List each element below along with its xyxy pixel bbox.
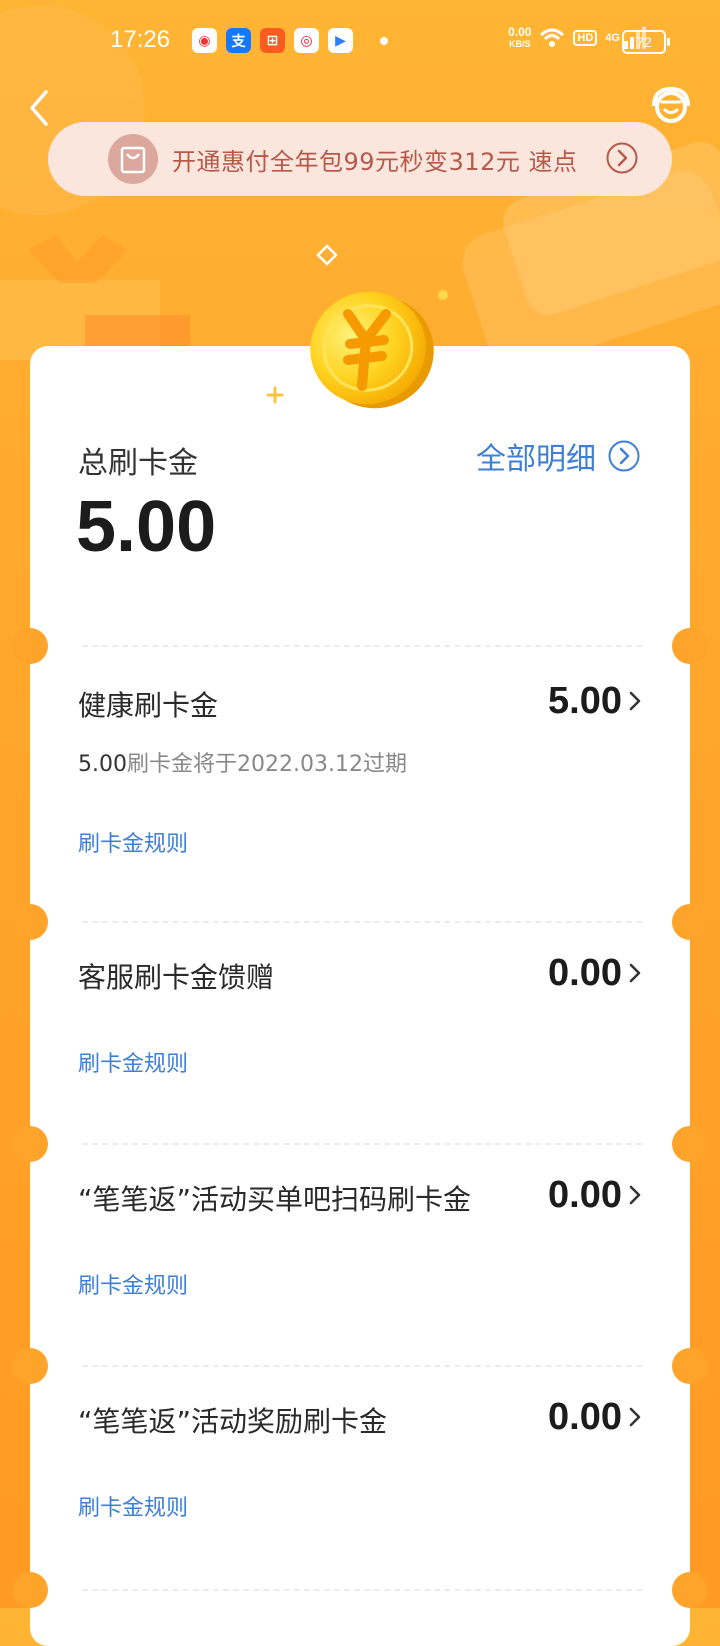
sparkle-icon: [316, 244, 338, 266]
section-divider: [82, 1365, 642, 1367]
card-notch: [12, 904, 48, 940]
total-balance-label: 总刷卡金: [78, 446, 198, 481]
more-notifications-dot-icon: [380, 36, 388, 45]
item-title: “笔笔返”活动奖励刷卡金: [78, 1405, 388, 1438]
rules-link[interactable]: 刷卡金规则: [78, 1046, 188, 1078]
chevron-right-icon: [629, 1407, 641, 1427]
rules-link[interactable]: 刷卡金规则: [78, 826, 188, 858]
card-notch: [672, 904, 708, 940]
status-bar: 17:26 ◉ 支 ⊞ ◎ ▶ 0.00 KB/S HD 4G 72: [0, 0, 720, 84]
notification-icons: ◉ 支 ⊞ ◎ ▶: [192, 28, 388, 53]
item-title: 健康刷卡金: [78, 689, 219, 722]
battery-indicator: 72: [622, 30, 670, 54]
balance-card: 总刷卡金 全部明细 5.00 健康刷卡金 5.00 5.00刷卡金将于2022.…: [12, 346, 708, 1646]
item-amount: 5.00: [548, 680, 622, 722]
customer-service-icon: [652, 86, 690, 123]
weibo-app-icon: ◎: [294, 28, 319, 53]
expiry-amount: 5.00: [78, 752, 127, 777]
sparkle-plus-icon: [266, 386, 284, 404]
promo-banner-text: 开通惠付全年包99元秒变312元 速点: [172, 148, 578, 176]
promo-banner[interactable]: 开通惠付全年包99元秒变312元 速点: [48, 122, 672, 196]
card-notch: [12, 628, 48, 664]
chevron-right-icon: [629, 963, 641, 983]
rules-link[interactable]: 刷卡金规则: [78, 1490, 188, 1522]
section-divider: [82, 645, 642, 647]
total-balance-amount: 5.00: [76, 487, 217, 567]
card-notch: [12, 1126, 48, 1162]
expiry-notice: 5.00刷卡金将于2022.03.12过期: [78, 746, 407, 778]
network-speed-unit: KB/S: [508, 39, 531, 49]
network-speed-value: 0.00: [508, 25, 532, 39]
customer-service-button[interactable]: [648, 84, 694, 130]
chevron-right-circle-icon: [608, 440, 640, 472]
card-notch: [672, 628, 708, 664]
chevron-right-icon: [629, 691, 641, 711]
card-notch: [12, 1348, 48, 1384]
item-amount: 0.00: [548, 952, 622, 994]
all-details-label: 全部明细: [476, 442, 596, 477]
all-details-link[interactable]: 全部明细: [476, 434, 640, 478]
network-type: 4G: [605, 32, 620, 44]
alipay-app-icon: 支: [226, 28, 251, 53]
section-divider: [82, 921, 642, 923]
kuaishou-app-icon: ⊞: [260, 28, 285, 53]
status-time: 17:26: [110, 26, 171, 53]
section-divider: [82, 1589, 642, 1591]
back-arrow-icon: [30, 90, 48, 126]
item-amount: 0.00: [548, 1396, 622, 1438]
card-notch: [672, 1126, 708, 1162]
card-notch: [672, 1348, 708, 1384]
card-notch: [672, 1572, 708, 1608]
item-title: “笔笔返”活动买单吧扫码刷卡金: [78, 1183, 472, 1216]
maps-app-icon: ◉: [192, 28, 217, 53]
coupon-bag-icon: [108, 134, 158, 184]
gold-coin-icon: [310, 291, 434, 409]
rules-link[interactable]: 刷卡金规则: [78, 1268, 188, 1300]
card-notch: [12, 1572, 48, 1608]
hd-badge: HD: [573, 30, 598, 46]
wifi-icon: [540, 28, 565, 47]
network-speed: 0.00 KB/S: [508, 26, 531, 50]
chevron-right-circle-icon: [606, 142, 638, 174]
item-title: 客服刷卡金馈赠: [78, 961, 275, 994]
chevron-right-icon: [629, 1185, 641, 1205]
back-button[interactable]: [24, 86, 64, 130]
expiry-text: 刷卡金将于2022.03.12过期: [126, 752, 407, 777]
youku-app-icon: ▶: [328, 28, 353, 53]
item-amount: 0.00: [548, 1174, 622, 1216]
section-divider: [82, 1143, 642, 1145]
